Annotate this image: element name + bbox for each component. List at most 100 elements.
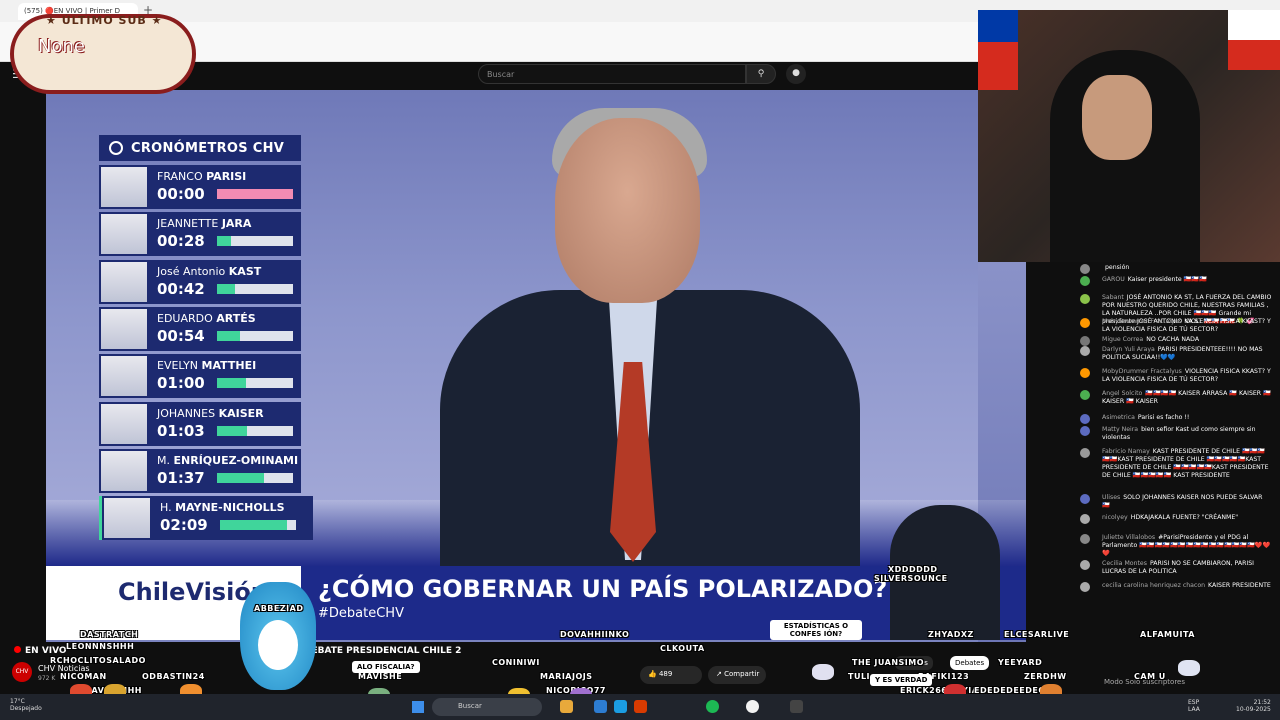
search-input[interactable]: Buscar [478, 64, 746, 84]
debate-hashtag: #DebateCHV [318, 606, 404, 621]
flag-icon [1228, 10, 1280, 70]
store-icon[interactable] [614, 700, 627, 713]
edge-icon[interactable] [594, 700, 607, 713]
chat-username: Sabant [1102, 294, 1124, 301]
time-bar [217, 236, 293, 247]
chat-text: KAISER PRESIDENTE [1208, 582, 1271, 589]
chat-message: nicolyey HDKAJAKALA FUENTE? "CRÉANME" [1080, 514, 1272, 524]
timers-panel: CRONÓMETROS CHV FRANCO PARISI 00:00 JEANNE… [99, 135, 313, 545]
speech-bubble: ALO FISCALIA? [352, 661, 420, 673]
overlay-name-tag: XDDDDDD [888, 565, 938, 574]
candidate-photo [99, 354, 149, 399]
candidate-name: H. MAYNE-NICHOLLS [160, 501, 285, 515]
candidate-photo [99, 165, 149, 209]
stopwatch-icon [109, 141, 123, 155]
pixel-sprite [1178, 660, 1200, 676]
taskbar-clock[interactable]: 21:52 10-09-2025 [1236, 699, 1271, 713]
candidate-name: José Antonio KAST [157, 264, 262, 278]
chat-message: pensión [1080, 264, 1272, 274]
time-bar [217, 425, 293, 436]
overlay-name-tag: ABBEZIAD [254, 604, 304, 613]
chat-avatar [1080, 368, 1090, 378]
chat-avatar [1080, 390, 1090, 400]
chat-username: Cecilia Montes [1102, 560, 1147, 567]
candidate-time: 00:00 [157, 185, 205, 203]
search-icon[interactable]: ⚲ [746, 64, 776, 84]
chat-username: Asimetrica [1102, 414, 1135, 421]
time-bar [220, 520, 296, 531]
overlay-name-tag: SILVERSOUNCE [874, 574, 948, 583]
pixel-sprite [812, 664, 834, 680]
windows-start-icon[interactable] [412, 701, 424, 713]
chat-avatar [1080, 534, 1090, 544]
candidate-photo [99, 212, 149, 257]
last-sub-label: ★ ÚLTIMO SUB ★ [46, 14, 163, 27]
chat-message: Darlyn Yuli Araya PARISI PRESIDENTEEE!!!!… [1080, 346, 1272, 362]
mic-icon[interactable]: ● [786, 64, 806, 84]
chat-avatar [1080, 582, 1090, 592]
app-icon[interactable] [634, 700, 647, 713]
candidate-time: 01:03 [157, 421, 205, 440]
candidate-time: 00:28 [157, 232, 205, 251]
channel-subs: 972 K [38, 675, 56, 682]
chat-message: Fabricio Namay KAST PRESIDENTE DE CHILE 🇨… [1080, 448, 1272, 480]
chat-username: MobyDrummer Fractalyus [1102, 368, 1182, 375]
chat-avatar [1080, 426, 1090, 436]
like-button[interactable]: 👍 489 [640, 666, 702, 684]
overlay-name-tag: ELCESARLIVE [1004, 630, 1070, 639]
spotify-icon[interactable] [706, 700, 719, 713]
time-bar-fill [217, 378, 246, 389]
time-bar-fill [217, 283, 236, 294]
share-button[interactable]: ↗ Compartir [708, 666, 766, 684]
chrome-icon[interactable] [746, 700, 759, 713]
overlay-name-tag: MAVISHE [358, 672, 403, 681]
folder-icon[interactable] [560, 700, 573, 713]
app-icon[interactable] [790, 700, 803, 713]
time-bar-fill [217, 330, 240, 341]
time-bar-fill [217, 236, 231, 247]
timer-row: JOHANNES KAISER 01:03 [99, 401, 301, 446]
timer-row: José Antonio KAST 00:42 [99, 259, 301, 304]
tag-debates[interactable]: Debates [950, 656, 990, 670]
chat-avatar [1080, 448, 1090, 458]
overlay-name-tag: CAM U [1134, 672, 1166, 681]
time-bar [217, 189, 293, 199]
chat-avatar [1080, 414, 1090, 424]
chat-avatar [1080, 318, 1090, 328]
weather-widget[interactable]: 17°C Despejado [10, 698, 42, 712]
chat-username: Migue Correa [1102, 336, 1144, 343]
candidate-name: M. ENRÍQUEZ-OMINAMI [157, 453, 299, 467]
overlay-name-tag: TULI [848, 672, 871, 681]
speech-bubble: Y ES VERDAD [870, 674, 933, 686]
chat-avatar [1080, 264, 1090, 274]
chat-message: Juliette Villalobos #ParisiPresidente y e… [1080, 534, 1272, 558]
candidate-name: JEANNETTE JARA [157, 217, 252, 231]
time-bar [217, 472, 293, 483]
chat-avatar [1080, 336, 1090, 346]
taskbar-search[interactable]: Buscar [432, 698, 542, 716]
timers-title: CRONÓMETROS CHV [131, 140, 285, 156]
chat-message: Angel Solcito 🇨🇱🇨🇱🇨🇱🇨🇱 KAISER ARRASA 🇨🇱 K… [1080, 390, 1272, 406]
overlay-name-tag: ZERDHW [1024, 672, 1067, 681]
chat-message: Migue Correa NO CACHA NADA [1080, 336, 1272, 346]
overlay-name-tag: CONINIWI [492, 658, 540, 667]
language-indicator[interactable]: ESP LAA [1188, 699, 1200, 713]
candidate-photo [99, 448, 149, 493]
chat-avatar [1080, 494, 1090, 504]
chat-text: HDKAJAKALA FUENTE? "CRÉANME" [1130, 514, 1239, 521]
timer-row: FRANCO PARISI 00:00 [99, 165, 301, 209]
chat-username: Ulises [1102, 494, 1121, 501]
chat-footer[interactable]: Modo Solo suscriptores [1072, 672, 1280, 694]
chat-username: GAROU [1102, 276, 1125, 283]
overlay-name-tag: LEONNNSHHH [66, 642, 135, 651]
chat-text: SOLO JOHANNES KAISER NOS PUEDE SALVAR 🇨🇱 [1102, 494, 1263, 509]
channel-avatar[interactable]: CHV [12, 662, 32, 682]
flag-icon [978, 10, 1018, 90]
candidate-time: 01:00 [157, 374, 205, 393]
overlay-name-tag: ALFAMUITA [1140, 630, 1195, 639]
overlay-name-tag: ZHYADXZ [928, 630, 974, 639]
candidate-time: 01:37 [157, 468, 205, 487]
overlay-name-tag: NICOMAN [60, 672, 107, 681]
live-chat: pensión GAROU Kaiser presidente 🇨🇱🇨🇱🇨🇱 Saba… [1072, 262, 1280, 672]
live-dot-icon [14, 646, 21, 653]
